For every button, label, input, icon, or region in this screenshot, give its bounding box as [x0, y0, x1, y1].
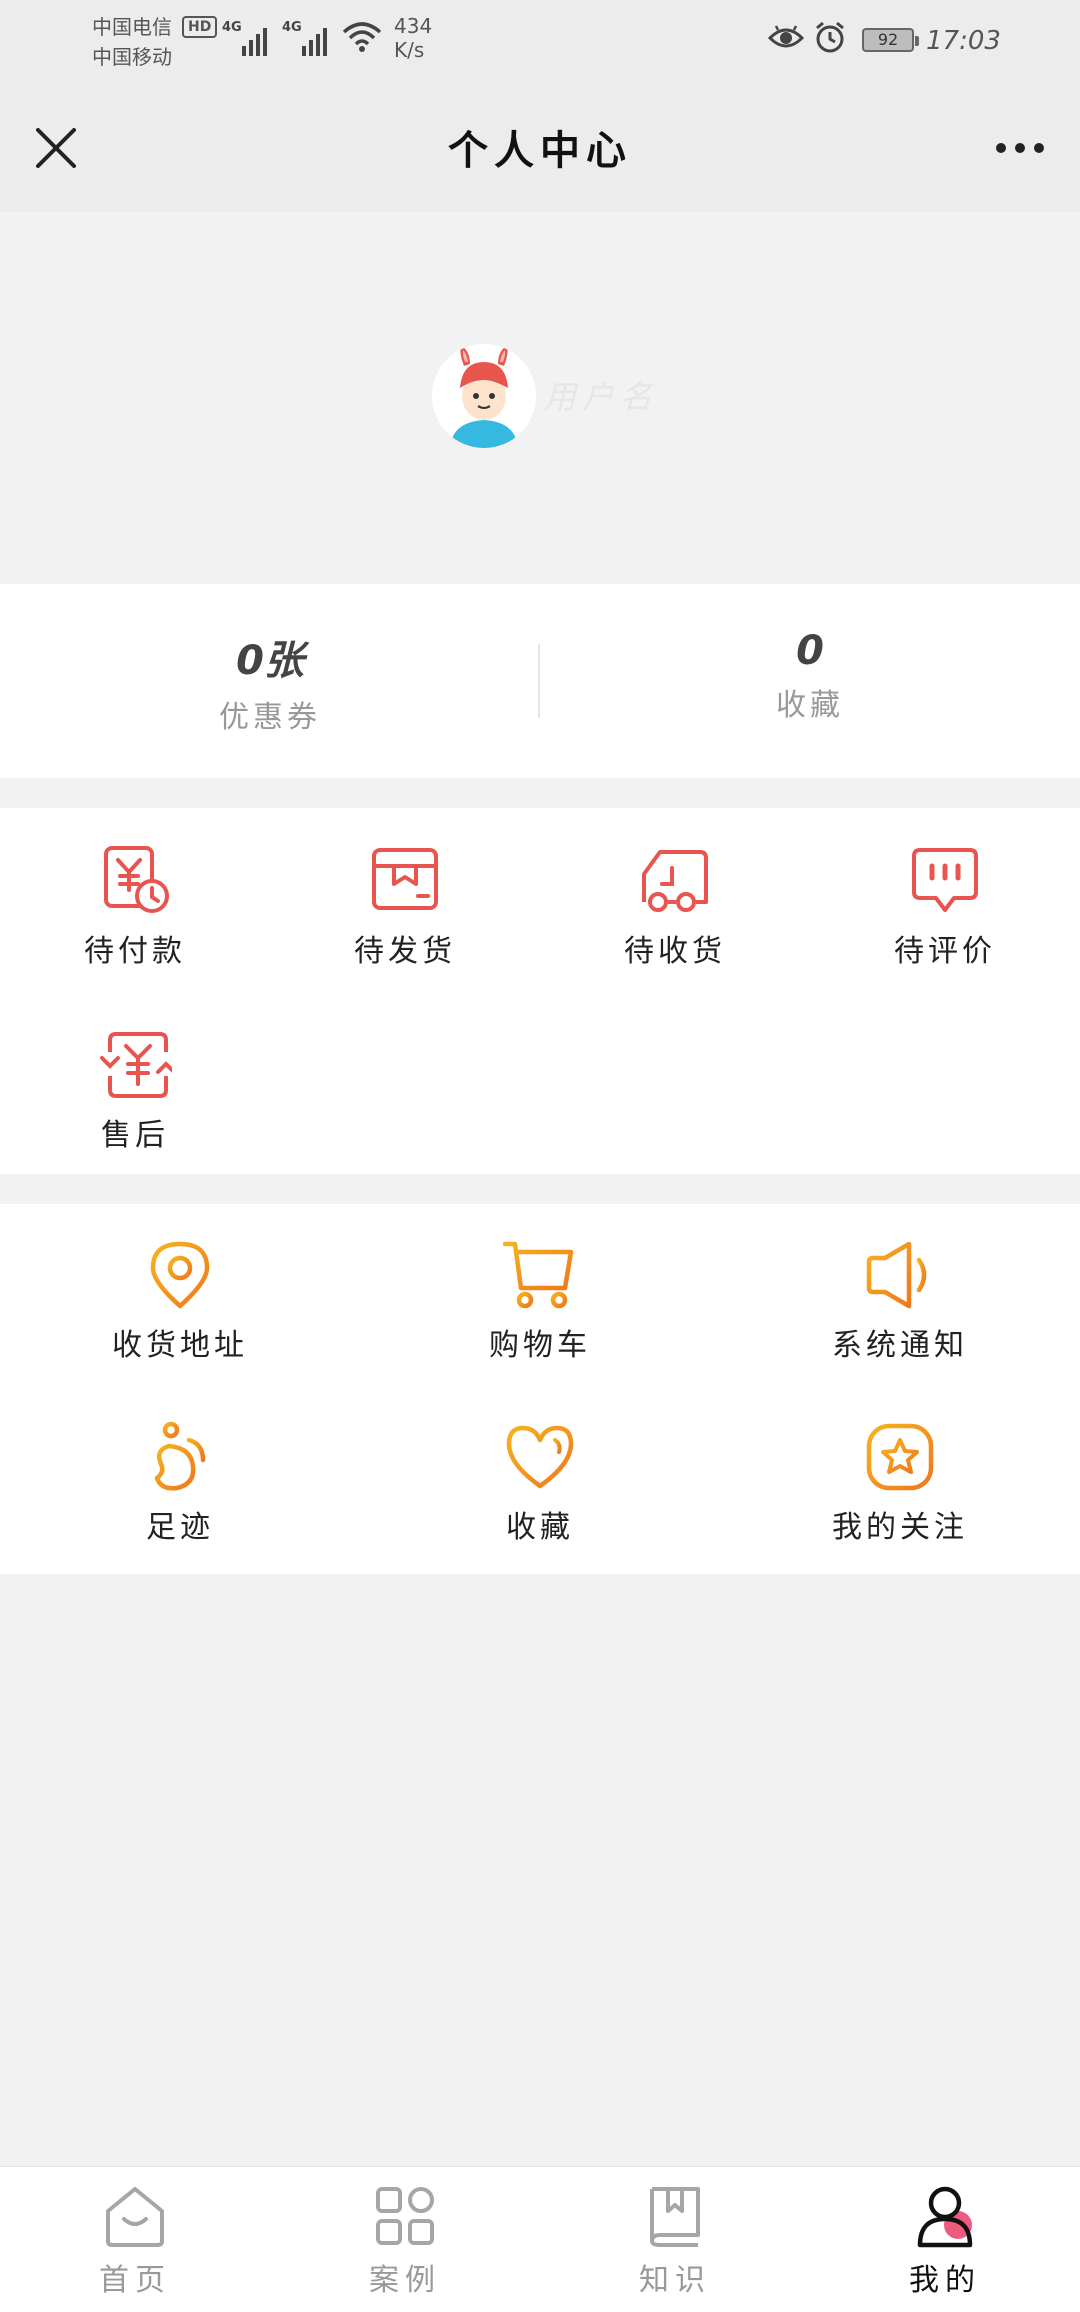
favorites-stat[interactable]: 0 收藏 — [540, 628, 1080, 724]
order-pending-payment[interactable]: 待付款 — [0, 844, 270, 970]
dot-icon — [1034, 143, 1044, 153]
service-footprint-label: 足迹 — [146, 1510, 214, 1545]
coupons-stat[interactable]: 0张 优惠券 — [0, 628, 540, 736]
order-after-sales[interactable]: 售后 — [0, 1028, 270, 1154]
service-favorites-label: 收藏 — [506, 1510, 574, 1545]
service-system-notice-label: 系统通知 — [832, 1328, 968, 1363]
bottom-navigation: 首页 案例 知识 我的 — [0, 2166, 1080, 2312]
favorites-count: 0 — [796, 628, 824, 674]
sim1-network-label: 4G — [222, 20, 242, 35]
carrier-1: 中国电信 — [92, 15, 172, 39]
status-bar: 中国电信 中国移动 HD 4G 4G 434 K/s 92 17:03 — [0, 0, 1080, 84]
location-icon — [150, 1241, 210, 1309]
order-pending-shipment-label: 待发货 — [354, 934, 456, 969]
service-following[interactable]: 我的关注 — [720, 1420, 1080, 1546]
cart-icon — [503, 1241, 574, 1309]
network-speed: 434 K/s — [394, 14, 432, 62]
order-pending-review[interactable]: 待评价 — [810, 844, 1080, 970]
order-pending-payment-label: 待付款 — [84, 934, 186, 969]
nav-mine[interactable]: 我的 — [810, 2183, 1080, 2299]
battery-level: 92 — [877, 30, 899, 49]
alarm-icon — [816, 21, 844, 53]
nav-cases[interactable]: 案例 — [270, 2183, 540, 2299]
home-icon — [106, 2187, 164, 2247]
nav-home-label: 首页 — [99, 2263, 171, 2298]
service-favorites[interactable]: 收藏 — [360, 1420, 720, 1546]
coupons-label: 优惠券 — [219, 700, 321, 735]
truck-icon — [642, 850, 708, 912]
clock: 17:03 — [926, 26, 1001, 56]
order-after-sales-label: 售后 — [101, 1118, 169, 1153]
service-footprint[interactable]: 足迹 — [0, 1420, 360, 1546]
services-section: 收货地址 购物车 系统通知 足迹 收藏 我的关注 — [0, 1204, 1080, 1574]
favorites-label: 收藏 — [776, 688, 844, 723]
network-speed-value: 434 — [394, 14, 433, 38]
order-pending-review-label: 待评价 — [894, 934, 996, 969]
order-status-section: 待付款 待发货 待收货 待评价 售后 — [0, 808, 1080, 1174]
nav-home[interactable]: 首页 — [0, 2183, 270, 2299]
heart-icon — [506, 1425, 574, 1489]
nav-knowledge[interactable]: 知识 — [540, 2183, 810, 2299]
page-title: 个人中心 — [448, 128, 632, 174]
header: 个人中心 — [0, 84, 1080, 212]
screen: 中国电信 中国移动 HD 4G 4G 434 K/s 92 17:03 个人中心… — [0, 0, 1080, 2312]
nav-cases-label: 案例 — [369, 2263, 441, 2298]
network-speed-unit: K/s — [394, 38, 425, 62]
speaker-icon — [866, 1241, 927, 1309]
comment-icon — [912, 848, 978, 912]
order-pending-shipment[interactable]: 待发货 — [270, 844, 540, 970]
grid-icon — [376, 2187, 434, 2245]
more-options-button[interactable] — [988, 120, 1052, 176]
footprint-icon — [154, 1421, 206, 1491]
wifi-icon — [342, 22, 382, 52]
username[interactable]: 用户名 — [544, 372, 658, 418]
payment-pending-icon — [104, 846, 169, 913]
battery-indicator: 92 — [862, 28, 919, 52]
box-icon — [372, 848, 438, 910]
refund-icon — [100, 1032, 172, 1098]
nav-knowledge-label: 知识 — [639, 2263, 711, 2298]
user-icon — [917, 2186, 973, 2248]
service-shopping-cart-label: 购物车 — [489, 1328, 591, 1363]
dot-icon — [996, 143, 1006, 153]
star-badge-icon — [866, 1423, 934, 1491]
sim2-network-label: 4G — [282, 20, 302, 35]
service-shopping-cart[interactable]: 购物车 — [360, 1238, 720, 1364]
order-pending-receipt[interactable]: 待收货 — [540, 844, 810, 970]
carrier-info: 中国电信 中国移动 — [92, 12, 172, 72]
signal-bars-icon — [302, 22, 332, 56]
dot-icon — [1015, 143, 1025, 153]
eye-comfort-icon — [768, 25, 804, 48]
service-system-notice[interactable]: 系统通知 — [720, 1238, 1080, 1364]
profile-section: 用户名 — [0, 212, 1080, 584]
hd-badge: HD — [182, 16, 218, 38]
service-following-label: 我的关注 — [832, 1510, 968, 1545]
avatar[interactable] — [432, 344, 536, 448]
coupons-count: 0张 — [236, 638, 304, 684]
service-shipping-address[interactable]: 收货地址 — [0, 1238, 360, 1364]
nav-mine-label: 我的 — [909, 2263, 981, 2298]
order-pending-receipt-label: 待收货 — [624, 934, 726, 969]
signal-bars-icon — [242, 22, 272, 56]
carrier-2: 中国移动 — [92, 45, 172, 69]
book-icon — [650, 2187, 700, 2247]
stats-section: 0张 优惠券 0 收藏 — [0, 584, 1080, 778]
service-shipping-address-label: 收货地址 — [112, 1328, 248, 1363]
